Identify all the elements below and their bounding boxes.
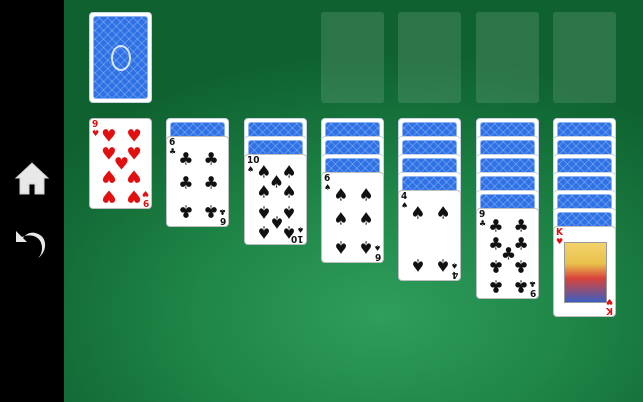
card-corner-suit: ♣ — [528, 279, 536, 288]
game-table: 9 ♥ 9 ♥ ♥ ♥ ♥ ♥ ♥ ♥ ♥ ♥ ♥ 6 ♣ 6 ♣ ♣ ♣ ♣ ♣ ♣ ♣ 10 ♠ 10 ♠ ♠ ♠ ♠ ♠ ♠ ♠ ♠ ♠ ♠ ♠ 6… — [64, 0, 643, 402]
card-corner-suit: ♠ — [247, 165, 255, 174]
card-pip: ♣ — [178, 173, 194, 194]
card-pip: ♣ — [488, 255, 504, 276]
tableau-card-face-up[interactable]: 4 ♠ 4 ♠ ♠ ♠ ♠ ♠ — [398, 190, 461, 281]
card-corner-suit: ♥ — [556, 237, 564, 246]
card-rank: 9 — [142, 197, 149, 208]
card-back-pattern — [93, 16, 148, 99]
home-icon — [14, 162, 50, 195]
card-pip: ♣ — [513, 275, 529, 296]
card-pip: ♠ — [410, 203, 426, 224]
foundation-slot-2[interactable] — [398, 12, 461, 103]
card-corner-suit: ♠ — [324, 183, 332, 192]
king-portrait — [564, 242, 607, 303]
card-pip: ♠ — [333, 185, 349, 206]
card-pip: ♠ — [281, 221, 297, 242]
card-pip: ♣ — [178, 149, 194, 170]
card-pip: ♠ — [435, 203, 451, 224]
card-corner-suit: ♠ — [296, 225, 304, 234]
home-button[interactable] — [12, 158, 52, 198]
tableau-card-face-up[interactable]: K ♥ K ♥ — [553, 226, 616, 317]
card-pip: ♠ — [358, 236, 374, 257]
card-rank: 4 — [451, 269, 458, 280]
sidebar — [0, 0, 64, 402]
card-rank: 9 — [529, 287, 536, 298]
tableau-card-face-up[interactable]: 6 ♣ 6 ♣ ♣ ♣ ♣ ♣ ♣ ♣ — [166, 136, 229, 227]
card-pip: ♠ — [256, 221, 272, 242]
foundation-slot-4[interactable] — [553, 12, 616, 103]
card-pip: ♣ — [488, 216, 504, 237]
card-pip: ♠ — [435, 254, 451, 275]
card-corner-suit: ♣ — [479, 219, 487, 228]
undo-button[interactable] — [12, 222, 52, 262]
card-rank: 6 — [219, 215, 226, 226]
undo-icon — [16, 231, 46, 258]
card-pip: ♠ — [281, 182, 297, 203]
card-pip: ♣ — [203, 200, 219, 221]
card-corner-suit: ♠ — [373, 243, 381, 252]
tableau-card-face-up[interactable]: 9 ♥ 9 ♥ ♥ ♥ ♥ ♥ ♥ ♥ ♥ ♥ ♥ — [89, 118, 152, 209]
stock-pile[interactable] — [89, 12, 152, 103]
tableau-card-face-up[interactable]: 6 ♠ 6 ♠ ♠ ♠ ♠ ♠ ♠ ♠ — [321, 172, 384, 263]
card-corner-suit: ♣ — [169, 147, 177, 156]
card-corner-suit: ♥ — [141, 189, 149, 198]
card-pip: ♣ — [513, 255, 529, 276]
card-pip: ♥ — [126, 165, 142, 186]
tableau-card-face-up[interactable]: 9 ♣ 9 ♣ ♣ ♣ ♣ ♣ ♣ ♣ ♣ ♣ ♣ — [476, 208, 539, 299]
card-pip: ♣ — [203, 149, 219, 170]
card-pip: ♣ — [203, 173, 219, 194]
card-pip: ♥ — [101, 165, 117, 186]
card-pip: ♠ — [358, 185, 374, 206]
card-pip: ♥ — [101, 185, 117, 206]
card-pip: ♣ — [488, 275, 504, 296]
card-corner-suit: ♠ — [401, 201, 409, 210]
card-rank: K — [606, 305, 613, 316]
card-pip: ♥ — [126, 185, 142, 206]
card-pip: ♥ — [101, 126, 117, 147]
card-corner-suit: ♣ — [218, 207, 226, 216]
card-corner-suit: ♠ — [450, 261, 458, 270]
card-pip: ♣ — [178, 200, 194, 221]
card-pip: ♠ — [333, 236, 349, 257]
card-corner-suit: ♥ — [92, 129, 100, 138]
foundation-slot-1[interactable] — [321, 12, 384, 103]
card-pip: ♠ — [333, 209, 349, 230]
card-pip: ♠ — [256, 182, 272, 203]
card-pip: ♣ — [513, 216, 529, 237]
card-pip: ♠ — [358, 209, 374, 230]
card-back-emblem — [110, 44, 131, 71]
foundation-slot-3[interactable] — [476, 12, 539, 103]
card-pip: ♠ — [410, 254, 426, 275]
card-pip: ♥ — [126, 126, 142, 147]
card-rank: 6 — [374, 251, 381, 262]
tableau-card-face-up[interactable]: 10 ♠ 10 ♠ ♠ ♠ ♠ ♠ ♠ ♠ ♠ ♠ ♠ ♠ — [244, 154, 307, 245]
